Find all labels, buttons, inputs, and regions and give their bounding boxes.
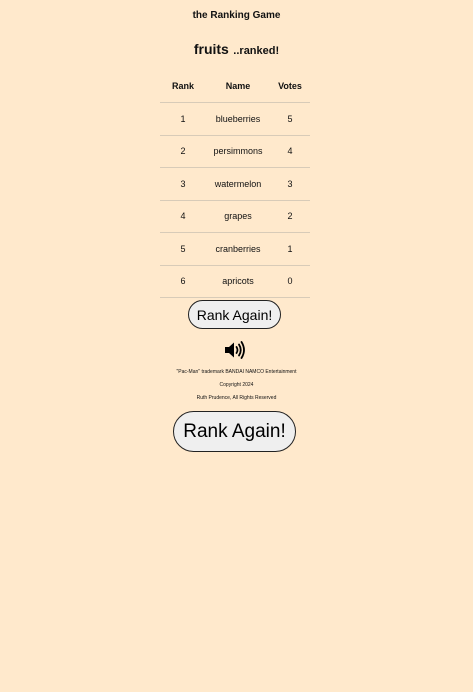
rank-cell: 5 bbox=[160, 232, 206, 266]
table-row: 3 watermelon 3 bbox=[160, 167, 310, 201]
name-cell: watermelon bbox=[206, 167, 270, 201]
category-name: fruits bbox=[193, 41, 229, 57]
name-cell: persimmons bbox=[206, 135, 270, 168]
name-cell: cranberries bbox=[206, 232, 270, 266]
column-header-name: Name bbox=[206, 70, 270, 103]
speaker-icon[interactable] bbox=[224, 341, 246, 359]
votes-cell: 3 bbox=[270, 167, 310, 201]
rights-notice: Ruth Prudence, All Rights Reserved bbox=[196, 395, 277, 401]
table-row: 1 blueberries 5 bbox=[160, 102, 310, 136]
table-header-row: Rank Name Votes bbox=[160, 70, 310, 103]
app-title: the Ranking Game bbox=[192, 10, 281, 21]
votes-cell: 5 bbox=[270, 102, 310, 136]
name-cell: apricots bbox=[206, 265, 270, 298]
table-row: 4 grapes 2 bbox=[160, 200, 310, 233]
copyright-notice: Copyright 2024 bbox=[219, 382, 254, 388]
name-cell: grapes bbox=[206, 200, 270, 233]
table-row: 5 cranberries 1 bbox=[160, 232, 310, 266]
table-row: 2 persimmons 4 bbox=[160, 135, 310, 168]
rank-cell: 6 bbox=[160, 265, 206, 298]
votes-cell: 2 bbox=[270, 200, 310, 233]
rank-again-large-button[interactable]: Rank Again! bbox=[173, 411, 296, 452]
votes-cell: 4 bbox=[270, 135, 310, 168]
rank-cell: 2 bbox=[160, 135, 206, 168]
speaker-icon-graphic bbox=[225, 341, 245, 359]
heading-suffix: ..ranked! bbox=[233, 45, 280, 57]
ranking-table: Rank Name Votes 1 blueberries 5 2 persim… bbox=[160, 70, 310, 298]
votes-cell: 0 bbox=[270, 265, 310, 298]
rank-again-button[interactable]: Rank Again! bbox=[188, 300, 281, 329]
rank-cell: 1 bbox=[160, 102, 206, 136]
rank-cell: 4 bbox=[160, 200, 206, 233]
column-header-votes: Votes bbox=[270, 70, 310, 103]
rank-cell: 3 bbox=[160, 167, 206, 201]
page-heading: fruits ..ranked! bbox=[0, 41, 473, 59]
table-row: 6 apricots 0 bbox=[160, 265, 310, 298]
trademark-notice: "Pac-Man" trademark BANDAI NAMCO Enterta… bbox=[176, 369, 297, 375]
votes-cell: 1 bbox=[270, 232, 310, 266]
name-cell: blueberries bbox=[206, 102, 270, 136]
column-header-rank: Rank bbox=[160, 70, 206, 103]
